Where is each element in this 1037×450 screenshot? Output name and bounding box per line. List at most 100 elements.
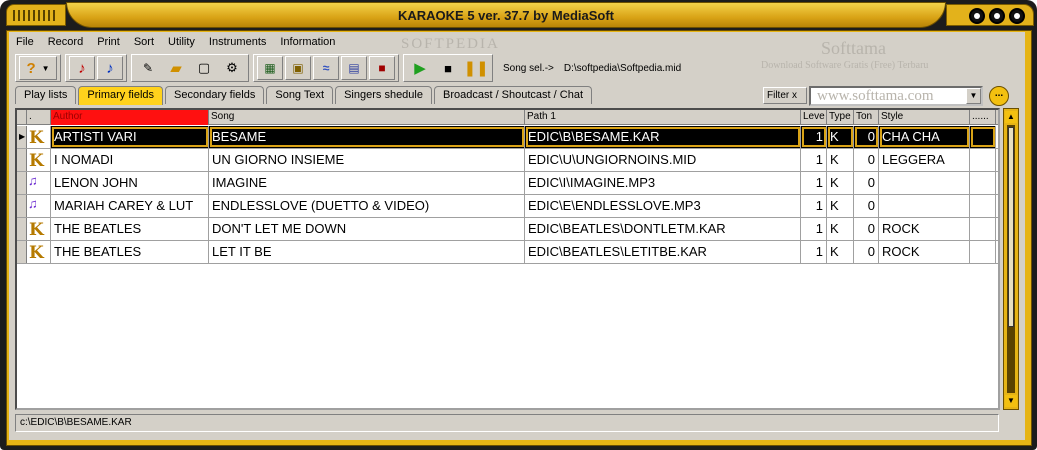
cell-style[interactable]: LEGGERA bbox=[879, 149, 970, 171]
menu-sort[interactable]: Sort bbox=[127, 34, 161, 52]
edit-icon[interactable]: ✎ bbox=[135, 56, 161, 80]
table-row[interactable]: ▶ K ARTISTI VARI BESAME EDIC\B\BESAME.KAR 1 K 0… bbox=[17, 126, 998, 149]
cell-author[interactable]: LENON JOHN bbox=[51, 172, 209, 194]
music-note-blue-icon[interactable]: ♪ bbox=[97, 56, 123, 80]
cell-type[interactable]: K bbox=[827, 218, 854, 240]
cell-extra[interactable] bbox=[970, 172, 996, 194]
cell-ton[interactable]: 0 bbox=[854, 149, 879, 171]
maximize-button[interactable] bbox=[989, 8, 1005, 24]
cell-song[interactable]: IMAGINE bbox=[209, 172, 525, 194]
cell-ton[interactable]: 0 bbox=[854, 195, 879, 217]
table-row[interactable]: K THE BEATLES DON'T LET ME DOWN EDIC\BEATLE… bbox=[17, 218, 998, 241]
header-author[interactable]: Author bbox=[51, 110, 209, 125]
row-type-cell[interactable]: K bbox=[27, 218, 51, 240]
scroll-up-icon[interactable]: ▲ bbox=[1005, 111, 1017, 123]
more-button[interactable]: ... bbox=[989, 86, 1009, 106]
preview-icon[interactable]: ▢ bbox=[191, 56, 217, 80]
row-type-cell[interactable]: K bbox=[27, 241, 51, 263]
cell-author[interactable]: I NOMADI bbox=[51, 149, 209, 171]
header-ton[interactable]: Ton bbox=[854, 110, 879, 125]
play-icon[interactable]: ▶ bbox=[407, 56, 433, 80]
row-type-cell[interactable]: K bbox=[27, 149, 51, 171]
cell-type[interactable]: K bbox=[827, 149, 854, 171]
cell-extra[interactable] bbox=[970, 149, 996, 171]
cell-author[interactable]: ARTISTI VARI bbox=[51, 126, 209, 148]
cell-ton[interactable]: 0 bbox=[854, 241, 879, 263]
header-icon[interactable]: . bbox=[27, 110, 51, 125]
menu-print[interactable]: Print bbox=[90, 34, 127, 52]
header-song[interactable]: Song bbox=[209, 110, 525, 125]
cell-extra[interactable] bbox=[970, 218, 996, 240]
video-icon[interactable]: ▤ bbox=[341, 56, 367, 80]
header-path[interactable]: Path 1 bbox=[525, 110, 801, 125]
cell-ton[interactable]: 0 bbox=[854, 126, 879, 148]
cell-level[interactable]: 1 bbox=[801, 241, 827, 263]
scroll-down-icon[interactable]: ▼ bbox=[1005, 395, 1017, 407]
stop-square-icon[interactable]: ■ bbox=[435, 56, 461, 80]
cell-path[interactable]: EDIC\B\BESAME.KAR bbox=[525, 126, 801, 148]
cell-ton[interactable]: 0 bbox=[854, 218, 879, 240]
cell-song[interactable]: UN GIORNO INSIEME bbox=[209, 149, 525, 171]
scroll-thumb[interactable] bbox=[1008, 127, 1014, 327]
close-button[interactable] bbox=[1009, 8, 1025, 24]
audio-wave-icon[interactable]: ≈ bbox=[313, 56, 339, 80]
cell-author[interactable]: THE BEATLES bbox=[51, 218, 209, 240]
header-extra[interactable]: ...... bbox=[970, 110, 996, 125]
menu-record[interactable]: Record bbox=[41, 34, 90, 52]
cell-path[interactable]: EDIC\U\UNGIORNOINS.MID bbox=[525, 149, 801, 171]
filter-button[interactable]: Filter x bbox=[763, 87, 807, 104]
row-type-cell[interactable]: K bbox=[27, 126, 51, 148]
cell-level[interactable]: 1 bbox=[801, 195, 827, 217]
title-bar[interactable]: KARAOKE 5 ver. 37.7 by MediaSoft bbox=[0, 0, 1037, 30]
folder-icon[interactable]: ▰ bbox=[163, 56, 189, 80]
stop-icon[interactable]: ■ bbox=[369, 56, 395, 80]
vertical-scrollbar[interactable]: ▲ ▼ bbox=[1003, 108, 1019, 410]
row-type-cell[interactable]: ♫ bbox=[27, 195, 51, 217]
cell-ton[interactable]: 0 bbox=[854, 172, 879, 194]
header-level[interactable]: Leve bbox=[801, 110, 827, 125]
cell-song[interactable]: LET IT BE bbox=[209, 241, 525, 263]
cell-level[interactable]: 1 bbox=[801, 126, 827, 148]
pause-icon[interactable]: ❚❚ bbox=[463, 56, 489, 80]
cell-style[interactable] bbox=[879, 195, 970, 217]
menu-file[interactable]: File bbox=[9, 34, 41, 52]
image-icon[interactable]: ▣ bbox=[285, 56, 311, 80]
table-row[interactable]: ♫ MARIAH CAREY & LUT ENDLESSLOVE (DUETTO &… bbox=[17, 195, 998, 218]
cell-style[interactable]: CHA CHA bbox=[879, 126, 970, 148]
table-row[interactable]: K THE BEATLES LET IT BE EDIC\BEATLES\LETITB… bbox=[17, 241, 998, 264]
tab-secondary-fields[interactable]: Secondary fields bbox=[165, 86, 265, 104]
scroll-track[interactable] bbox=[1007, 125, 1015, 393]
cell-style[interactable] bbox=[879, 172, 970, 194]
minimize-button[interactable] bbox=[969, 8, 985, 24]
tab-song-text[interactable]: Song Text bbox=[266, 86, 334, 104]
cell-level[interactable]: 1 bbox=[801, 149, 827, 171]
cell-level[interactable]: 1 bbox=[801, 172, 827, 194]
header-type[interactable]: Type bbox=[827, 110, 854, 125]
cell-extra[interactable] bbox=[970, 241, 996, 263]
row-type-cell[interactable]: ♫ bbox=[27, 172, 51, 194]
header-style[interactable]: Style bbox=[879, 110, 970, 125]
cell-style[interactable]: ROCK bbox=[879, 241, 970, 263]
chevron-down-icon[interactable]: ▼ bbox=[966, 88, 981, 104]
settings-icon[interactable]: ⚙ bbox=[219, 56, 245, 80]
table-row[interactable]: ♫ LENON JOHN IMAGINE EDIC\I\IMAGINE.MP3 1 K 0 bbox=[17, 172, 998, 195]
cell-author[interactable]: THE BEATLES bbox=[51, 241, 209, 263]
cell-type[interactable]: K bbox=[827, 195, 854, 217]
cell-type[interactable]: K bbox=[827, 172, 854, 194]
music-note-red-icon[interactable]: ♪ bbox=[69, 56, 95, 80]
cell-extra[interactable] bbox=[970, 195, 996, 217]
cell-path[interactable]: EDIC\BEATLES\DONTLETM.KAR bbox=[525, 218, 801, 240]
menu-instruments[interactable]: Instruments bbox=[202, 34, 273, 52]
cell-song[interactable]: DON'T LET ME DOWN bbox=[209, 218, 525, 240]
cell-song[interactable]: BESAME bbox=[209, 126, 525, 148]
tab-primary-fields[interactable]: Primary fields bbox=[78, 86, 164, 105]
cell-song[interactable]: ENDLESSLOVE (DUETTO & VIDEO) bbox=[209, 195, 525, 217]
menu-information[interactable]: Information bbox=[273, 34, 342, 52]
cell-extra[interactable] bbox=[970, 126, 996, 148]
menu-utility[interactable]: Utility bbox=[161, 34, 202, 52]
tab-play-lists[interactable]: Play lists bbox=[15, 86, 77, 104]
tab-broadcast[interactable]: Broadcast / Shoutcast / Chat bbox=[433, 86, 593, 104]
cell-level[interactable]: 1 bbox=[801, 218, 827, 240]
cell-path[interactable]: EDIC\E\ENDLESSLOVE.MP3 bbox=[525, 195, 801, 217]
cell-type[interactable]: K bbox=[827, 241, 854, 263]
